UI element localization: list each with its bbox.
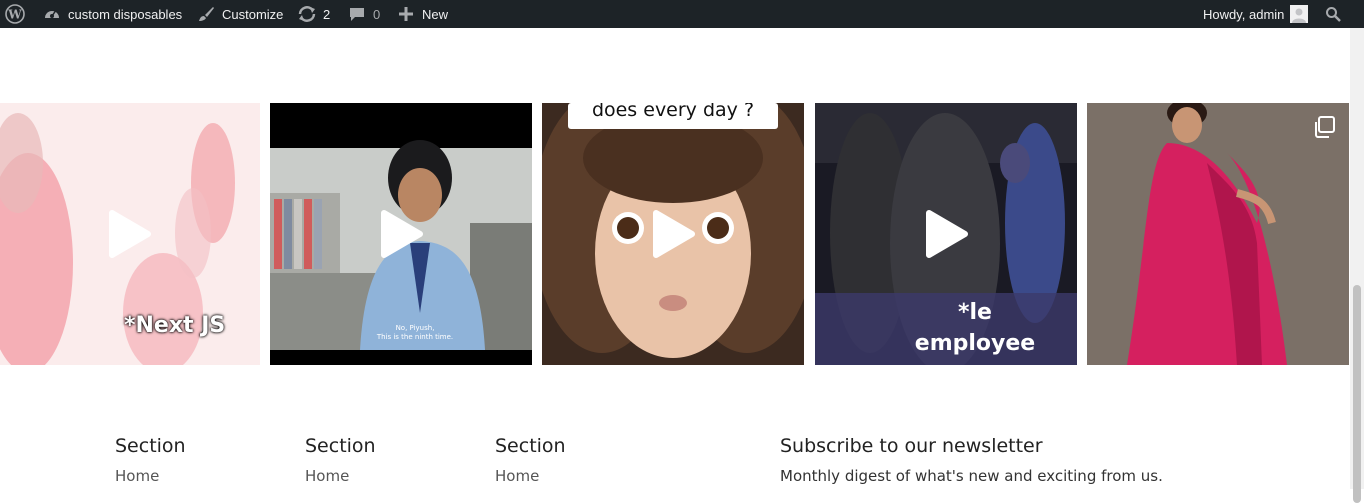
updates-count: 2 (323, 6, 331, 22)
feed-carousel-tile[interactable] (1087, 103, 1349, 365)
footer-link-home[interactable]: Home (495, 466, 566, 486)
footer-link-home[interactable]: Home (115, 466, 186, 486)
comments-count: 0 (373, 6, 381, 22)
comments-link[interactable]: 0 (347, 0, 380, 28)
greeting-label: Howdy, admin (1203, 6, 1285, 22)
play-icon (381, 210, 423, 258)
video-caption: *Next JS (124, 313, 226, 338)
footer-column-title: Section (495, 435, 566, 457)
page-scrollbar[interactable] (1350, 28, 1364, 503)
newsletter-description: Monthly digest of what's new and excitin… (780, 467, 1163, 485)
site-name-label: custom disposables (68, 6, 183, 22)
play-icon (926, 210, 968, 258)
new-content-link[interactable]: New (396, 0, 448, 28)
search-icon (1325, 6, 1341, 22)
newsletter-section: Subscribe to our newsletter Monthly dige… (780, 432, 1163, 486)
my-account-link[interactable]: Howdy, admin (1203, 0, 1309, 28)
feed-video-tile[interactable]: No, Piyush, This is the ninth time. (270, 103, 532, 365)
site-name-link[interactable]: custom disposables (42, 0, 182, 28)
play-icon (109, 210, 151, 258)
video-subtitle: No, Piyush, This is the ninth time. (376, 324, 454, 341)
customize-label: Customize (222, 6, 284, 22)
search-button[interactable] (1325, 0, 1341, 28)
feed-video-tile[interactable]: *Next JS (0, 103, 260, 365)
feed-video-tile[interactable]: *le employee (815, 103, 1077, 365)
wordpress-logo-icon: W (5, 4, 25, 24)
footer-column: Section Home (305, 432, 376, 486)
footer-column: Section Home (115, 432, 186, 486)
admin-bar: W custom disposables Customize 2 0 New H… (0, 0, 1364, 28)
new-label: New (422, 6, 449, 22)
feed-video-tile[interactable]: does every day ? (542, 103, 804, 365)
avatar (1290, 5, 1309, 23)
footer-column-title: Section (305, 435, 376, 457)
carousel-thumbnail (1087, 103, 1349, 365)
updates-link[interactable]: 2 (297, 0, 330, 28)
svg-text:W: W (7, 8, 22, 22)
updates-icon (297, 4, 317, 24)
wordpress-logo-button[interactable]: W (5, 0, 25, 28)
scrollbar-thumb[interactable] (1353, 285, 1361, 503)
footer-column: Section Home (495, 432, 566, 486)
brush-icon (196, 4, 216, 24)
footer-column-title: Section (115, 435, 186, 457)
video-caption: does every day ? (591, 103, 755, 121)
newsletter-title: Subscribe to our newsletter (780, 435, 1043, 457)
dashboard-icon (42, 4, 62, 24)
video-caption: *le employee (914, 300, 1036, 356)
customize-link[interactable]: Customize (196, 0, 283, 28)
comment-icon (347, 4, 367, 24)
carousel-icon (1315, 116, 1335, 138)
plus-icon (396, 4, 416, 24)
play-icon (653, 210, 695, 258)
footer-link-home[interactable]: Home (305, 466, 376, 486)
